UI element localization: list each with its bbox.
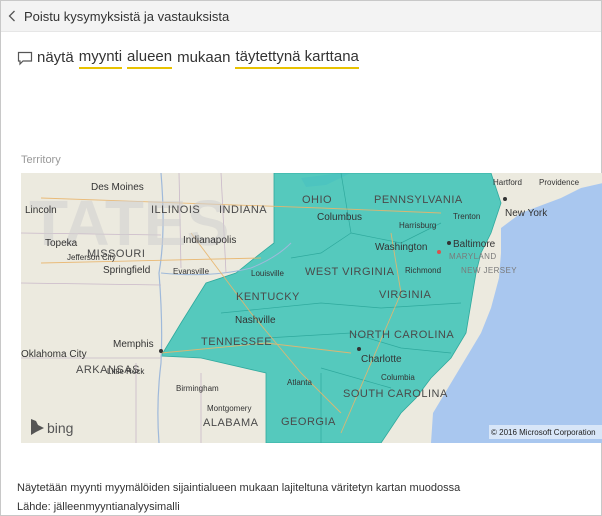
- speech-bubble-icon: [17, 50, 33, 66]
- city-label: Washington: [375, 242, 427, 253]
- city-label: Hartford: [493, 178, 522, 187]
- state-label: ILLINOIS: [151, 204, 200, 216]
- state-label: INDIANA: [219, 204, 267, 216]
- qa-word-highlighted: myynti: [78, 48, 123, 69]
- city-label: Nashville: [235, 315, 276, 326]
- city-label: Springfield: [103, 265, 150, 276]
- exit-qa-label: Poistu kysymyksistä ja vastauksista: [24, 8, 230, 24]
- city-label: Columbus: [317, 212, 362, 223]
- city-marker: [503, 197, 507, 201]
- filled-map[interactable]: TATES ILLINOIS INDIANA OHIO PENNSYLVANIA…: [21, 173, 602, 443]
- city-marker: [357, 347, 361, 351]
- city-label: Baltimore: [453, 239, 496, 250]
- city-label: Jefferson City: [67, 253, 116, 262]
- city-label: Oklahoma City: [21, 349, 87, 360]
- city-label: Topeka: [45, 238, 78, 249]
- state-label: NEW JERSEY: [461, 266, 517, 275]
- city-label: Providence: [539, 178, 580, 187]
- city-label: Des Moines: [91, 182, 144, 193]
- map-attribution: © 2016 Microsoft Corporation: [491, 428, 596, 437]
- qa-question[interactable]: näytä myynti alueen mukaan täytettynä ka…: [17, 45, 359, 71]
- state-label: OHIO: [302, 194, 332, 206]
- city-label: Richmond: [405, 266, 441, 275]
- city-label: Harrisburg: [399, 221, 436, 230]
- state-label: NORTH CAROLINA: [349, 329, 454, 341]
- city-label: Columbia: [381, 373, 415, 382]
- city-label: Atlanta: [287, 378, 312, 387]
- city-label: New York: [505, 208, 548, 219]
- exit-qa-button[interactable]: Poistu kysymyksistä ja vastauksista: [1, 1, 601, 32]
- city-label: Memphis: [113, 339, 154, 350]
- state-label: MARYLAND: [449, 252, 497, 261]
- state-label: TENNESSEE: [201, 336, 272, 348]
- city-label: Evansville: [173, 267, 210, 276]
- city-label: Montgomery: [207, 404, 251, 413]
- svg-text:bing: bing: [47, 420, 73, 436]
- city-marker: [159, 349, 163, 353]
- qa-word-highlighted: alueen: [127, 48, 173, 69]
- city-label: Birmingham: [176, 384, 219, 393]
- qa-word: mukaan: [177, 48, 231, 66]
- state-label: SOUTH CAROLINA: [343, 388, 448, 400]
- state-label: WEST VIRGINIA: [305, 266, 395, 278]
- qa-word: näytä: [37, 48, 74, 66]
- state-label: ALABAMA: [203, 417, 259, 429]
- city-marker: [447, 241, 451, 245]
- visual-description: Näytetään myynti myymälöiden sijaintialu…: [17, 482, 461, 494]
- visual-title: Territory: [21, 154, 61, 166]
- qa-panel: Poistu kysymyksistä ja vastauksista näyt…: [0, 0, 602, 516]
- city-label: Louisville: [251, 269, 284, 278]
- qa-word-highlighted: täytettynä karttana: [235, 48, 359, 69]
- city-label: Trenton: [453, 212, 480, 221]
- data-source: Lähde: jälleenmyyntianalyysimalli: [17, 501, 180, 513]
- state-label: VIRGINIA: [379, 289, 431, 301]
- state-label: PENNSYLVANIA: [374, 194, 463, 206]
- city-marker: [437, 250, 441, 254]
- city-label: Lincoln: [25, 205, 57, 216]
- state-label: KENTUCKY: [236, 291, 300, 303]
- city-label: Indianapolis: [183, 235, 236, 246]
- chevron-left-icon: [8, 10, 18, 22]
- state-label: GEORGIA: [281, 416, 336, 428]
- city-label: Little Rock: [107, 367, 145, 376]
- city-label: Charlotte: [361, 354, 402, 365]
